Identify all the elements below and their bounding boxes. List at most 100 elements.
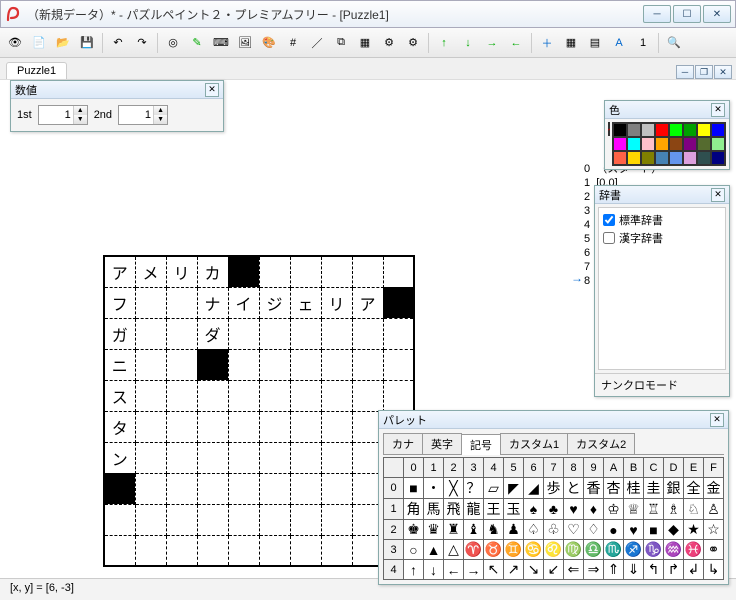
grid-cell[interactable] xyxy=(259,535,290,566)
plus-button[interactable]: ＋ xyxy=(536,32,558,54)
grid-cell[interactable] xyxy=(135,442,166,473)
palette-cell[interactable]: と xyxy=(564,478,584,499)
grid-cell[interactable] xyxy=(228,535,259,566)
mdi-minimize-button[interactable]: ─ xyxy=(676,65,694,79)
grid-cell[interactable] xyxy=(352,318,383,349)
grid-cell[interactable] xyxy=(321,504,352,535)
palette-cell[interactable]: ♡ xyxy=(564,520,584,540)
grid-cell-black[interactable] xyxy=(228,256,259,287)
color-swatch[interactable] xyxy=(697,123,711,137)
palette-cell[interactable]: ■ xyxy=(404,478,424,499)
grid-cell[interactable] xyxy=(290,535,321,566)
grid-cell[interactable] xyxy=(290,504,321,535)
palette-cell[interactable]: 金 xyxy=(704,478,724,499)
palette-cell[interactable]: ♞ xyxy=(484,520,504,540)
first-input[interactable] xyxy=(39,106,73,124)
color-swatch[interactable] xyxy=(711,151,725,165)
palette-cell[interactable]: ♜ xyxy=(444,520,464,540)
second-input[interactable] xyxy=(119,106,153,124)
grid-cell[interactable]: ナ xyxy=(197,287,228,318)
arr-left-button[interactable]: ← xyxy=(505,32,527,54)
keyboard-button[interactable]: ⌨ xyxy=(210,32,232,54)
grid-cell[interactable] xyxy=(259,473,290,504)
palette-cell[interactable]: 杏 xyxy=(604,478,624,499)
grid-cell[interactable]: タ xyxy=(104,411,135,442)
palette-cell[interactable]: ◆ xyxy=(664,520,684,540)
grid-cell[interactable]: ス xyxy=(104,380,135,411)
grid-cell[interactable] xyxy=(259,349,290,380)
dict-checkbox[interactable] xyxy=(603,232,615,244)
grid-cell[interactable] xyxy=(135,473,166,504)
palette-cell[interactable]: 王 xyxy=(484,499,504,520)
color-swatch[interactable] xyxy=(697,151,711,165)
grid-cell[interactable] xyxy=(197,535,228,566)
palette-cell[interactable]: ◤ xyxy=(504,478,524,499)
arr-up-button[interactable]: ↑ xyxy=(433,32,455,54)
palette-cell[interactable]: ♈ xyxy=(464,540,484,560)
palette-cell[interactable]: → xyxy=(464,560,484,580)
color-swatch[interactable] xyxy=(627,137,641,151)
palette-cell[interactable]: 桂 xyxy=(624,478,644,499)
copy-button[interactable]: ⧉ xyxy=(330,32,352,54)
palette-cell[interactable]: ╳ xyxy=(444,478,464,499)
color-swatch[interactable] xyxy=(655,123,669,137)
palette-cell[interactable]: ★ xyxy=(684,520,704,540)
grid-cell[interactable] xyxy=(228,473,259,504)
grid-cell[interactable] xyxy=(135,380,166,411)
grid-cell[interactable] xyxy=(290,442,321,473)
grid-cell[interactable]: フ xyxy=(104,287,135,318)
hash-button[interactable]: # xyxy=(282,32,304,54)
close-button[interactable]: ✕ xyxy=(703,5,731,23)
mdi-close-button[interactable]: ✕ xyxy=(714,65,732,79)
grid-cell[interactable] xyxy=(197,411,228,442)
grid-cell[interactable] xyxy=(228,349,259,380)
maximize-button[interactable]: ☐ xyxy=(673,5,701,23)
palette-cell[interactable]: ♔ xyxy=(604,499,624,520)
grid-icon2-button[interactable]: ▤ xyxy=(584,32,606,54)
grid-cell[interactable] xyxy=(166,411,197,442)
palette-cell[interactable]: ↖ xyxy=(484,560,504,580)
palette-cell[interactable]: 角 xyxy=(404,499,424,520)
palette-cell[interactable]: ↓ xyxy=(424,560,444,580)
grid-cell[interactable] xyxy=(290,256,321,287)
palette-cell[interactable]: ▲ xyxy=(424,540,444,560)
palette-cell[interactable]: ♝ xyxy=(464,520,484,540)
paint-button[interactable]: 🎨 xyxy=(258,32,280,54)
grid-cell[interactable] xyxy=(197,473,228,504)
color-swatch[interactable] xyxy=(711,123,725,137)
palette-cell[interactable]: ↘ xyxy=(524,560,544,580)
grid-cell[interactable] xyxy=(259,504,290,535)
palette-cell[interactable]: ↰ xyxy=(644,560,664,580)
gear-button[interactable]: ⚙ xyxy=(378,32,400,54)
palette-cell[interactable]: ♏ xyxy=(604,540,624,560)
grid-cell[interactable] xyxy=(228,411,259,442)
grid-cell[interactable] xyxy=(228,504,259,535)
color-panel-close-icon[interactable]: ✕ xyxy=(711,103,725,117)
grid-cell[interactable] xyxy=(321,535,352,566)
color-swatch[interactable] xyxy=(613,151,627,165)
grid-cell[interactable]: ニ xyxy=(104,349,135,380)
eye-button[interactable]: 👁 xyxy=(4,32,26,54)
palette-cell[interactable]: ○ xyxy=(404,540,424,560)
palette-cell[interactable]: ◢ xyxy=(524,478,544,499)
palette-cell[interactable]: ♤ xyxy=(524,520,544,540)
grid-cell[interactable]: ア xyxy=(352,287,383,318)
palette-tab[interactable]: カナ xyxy=(383,433,423,454)
grid-cell[interactable] xyxy=(290,349,321,380)
grid-cell[interactable] xyxy=(383,380,414,411)
palette-cell[interactable]: ↳ xyxy=(704,560,724,580)
arr-right-button[interactable]: → xyxy=(481,32,503,54)
palette-cell[interactable]: ♟ xyxy=(504,520,524,540)
palette-cell[interactable]: ♓ xyxy=(684,540,704,560)
text-a-button[interactable]: A xyxy=(608,32,630,54)
palette-tab[interactable]: 記号 xyxy=(461,434,501,455)
palette-cell[interactable]: ← xyxy=(444,560,464,580)
palette-cell[interactable]: △ xyxy=(444,540,464,560)
color-swatch[interactable] xyxy=(711,137,725,151)
grid-cell[interactable] xyxy=(383,318,414,349)
palette-tab[interactable]: カスタム1 xyxy=(500,433,568,454)
grid-cell-black[interactable] xyxy=(104,473,135,504)
grid-cell[interactable]: リ xyxy=(321,287,352,318)
grid-cell[interactable] xyxy=(104,535,135,566)
palette-cell[interactable]: 龍 xyxy=(464,499,484,520)
